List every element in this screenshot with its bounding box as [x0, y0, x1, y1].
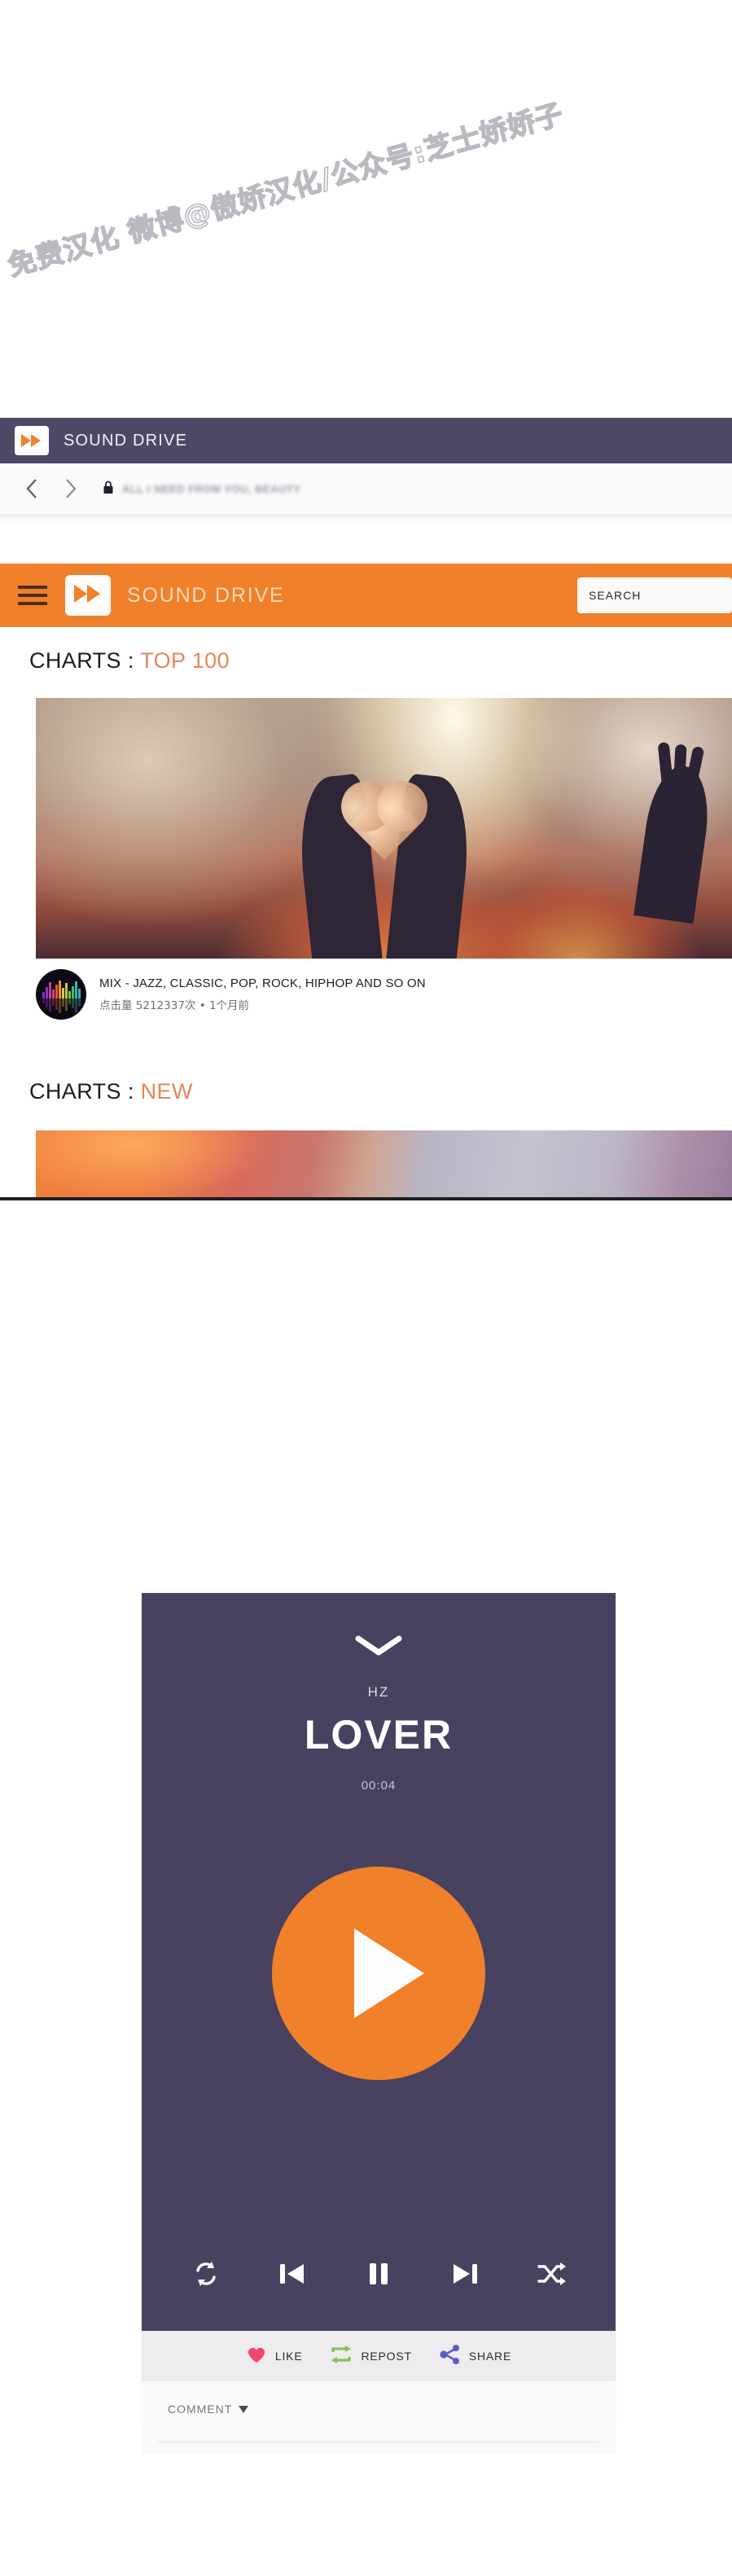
browser-window-title: SOUND DRIVE [64, 431, 188, 450]
player-artist-name: HZ [367, 1684, 390, 1700]
featured-track-text: MIX - JAZZ, CLASSIC, POP, ROCK, HIPHOP A… [99, 976, 426, 1012]
share-icon [440, 2344, 461, 2368]
equalizer-thumbnail-icon [36, 969, 86, 1020]
browser-brand-badge [15, 426, 49, 455]
toolbar-shadow [0, 514, 732, 522]
search-container [577, 577, 732, 613]
browser-titlebar: SOUND DRIVE [0, 418, 732, 463]
url-bar[interactable]: ALL I NEED FROM YOU, BEAUTY [103, 475, 732, 502]
section-heading-top100: CHARTS : TOP 100 [29, 648, 230, 674]
social-actions-bar: LIKE REPOST SHARE [142, 2331, 616, 2381]
featured-track-title: MIX - JAZZ, CLASSIC, POP, ROCK, HIPHOP A… [99, 976, 426, 990]
app-title: SOUND DRIVE [127, 583, 285, 607]
player-stage: HZ LOVER 00:04 [142, 1593, 616, 2331]
skip-previous-icon [278, 2262, 306, 2290]
equalizer-bars [36, 981, 86, 998]
chart-new-image [36, 1130, 732, 1197]
comment-section: COMMENT [142, 2381, 616, 2454]
section-heading-accent: NEW [140, 1079, 193, 1104]
concert-crowd-image [36, 698, 732, 959]
section-heading-new: CHARTS : NEW [29, 1079, 193, 1104]
fast-forward-logo-icon [21, 434, 42, 447]
comment-label-text: COMMENT [168, 2403, 233, 2416]
browser-toolbar: ALL I NEED FROM YOU, BEAUTY [0, 463, 732, 514]
transport-controls [142, 2258, 616, 2293]
chart-hero-new[interactable] [36, 1130, 732, 1197]
featured-track-meta: 点击量 5212337次 • 1个月前 [99, 999, 250, 1012]
like-button[interactable]: LIKE [246, 2345, 303, 2368]
heart-icon [246, 2345, 267, 2368]
repost-icon [330, 2345, 353, 2368]
previous-button[interactable] [274, 2258, 310, 2293]
like-label: LIKE [274, 2350, 303, 2363]
share-button[interactable]: SHARE [440, 2344, 512, 2368]
hamburger-menu-icon[interactable] [18, 583, 47, 608]
watermark-text: 免费汉化 微博@傲娇汉化/公众号:芝士娇娇子 [4, 97, 568, 283]
section-heading-accent: TOP 100 [140, 648, 230, 673]
chevron-down-icon[interactable] [355, 1635, 402, 1661]
search-input[interactable] [577, 577, 732, 613]
next-button[interactable] [447, 2258, 483, 2293]
repeat-icon [191, 2259, 221, 2293]
shuffle-icon [537, 2262, 566, 2290]
player-elapsed-time: 00:04 [361, 1779, 397, 1793]
page-gap [0, 1200, 732, 1593]
featured-track-row[interactable]: MIX - JAZZ, CLASSIC, POP, ROCK, HIPHOP A… [36, 966, 606, 1023]
app-logo-badge[interactable] [65, 575, 111, 616]
chart-hero-top100[interactable] [36, 698, 732, 959]
player-panel: HZ LOVER 00:04 LIKE REPOST SHARE COMMENT [142, 1593, 616, 2454]
caret-down-icon [239, 2405, 249, 2413]
section-heading-prefix: CHARTS : [29, 1079, 141, 1104]
play-button[interactable] [272, 1867, 485, 2080]
comment-toggle[interactable]: COMMENT [168, 2403, 249, 2416]
repost-label: REPOST [361, 2350, 412, 2363]
play-icon [354, 1929, 424, 2018]
pause-icon [368, 2262, 389, 2290]
repeat-button[interactable] [188, 2258, 224, 2293]
url-text: ALL I NEED FROM YOU, BEAUTY [122, 482, 301, 495]
skip-next-icon [451, 2262, 479, 2290]
share-label: SHARE [468, 2350, 512, 2363]
section-heading-prefix: CHARTS : [29, 648, 141, 673]
equalizer-reflection [36, 998, 86, 1015]
repost-button[interactable]: REPOST [330, 2345, 411, 2368]
pause-button[interactable] [361, 2258, 397, 2293]
player-track-title: LOVER [304, 1712, 454, 1758]
forward-button[interactable] [57, 475, 85, 502]
shuffle-button[interactable] [533, 2258, 569, 2293]
back-button[interactable] [18, 475, 46, 502]
lock-icon [103, 480, 114, 498]
page-root: 免费汉化 微博@傲娇汉化/公众号:芝士娇娇子 SOUND DRIVE ALL I… [0, 0, 732, 2576]
app-header: SOUND DRIVE [0, 564, 732, 627]
heart-hands-silhouette [292, 773, 476, 959]
fast-forward-logo-icon [74, 584, 102, 607]
